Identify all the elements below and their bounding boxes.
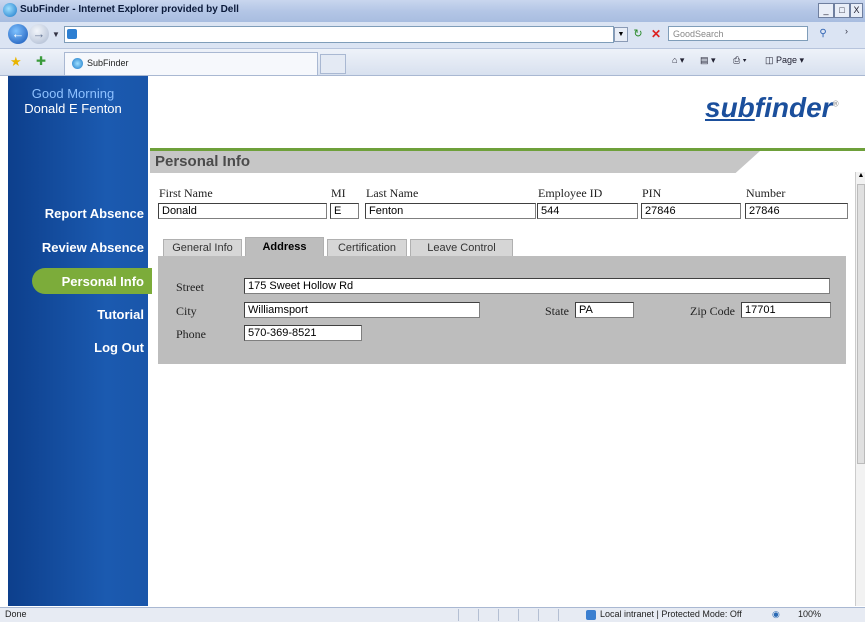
forward-button[interactable]: → [29,24,49,44]
greeting-text: Good Morning [31,86,115,101]
street-label: Street [176,280,204,294]
street-field[interactable]: 175 Sweet Hollow Rd [244,278,830,294]
nav-log-out[interactable]: Log Out [94,340,144,355]
header-divider [150,148,865,151]
address-bar: ← → ▼ ▼ ↻ ✕ GoodSearch ⚲ › [0,22,865,49]
first-name-field[interactable]: Donald [158,203,327,219]
city-field[interactable]: Williamsport [244,302,480,318]
url-input[interactable] [64,26,614,43]
number-label: Number [746,186,786,200]
browser-tab[interactable]: SubFinder [64,52,318,75]
nav-personal-info[interactable]: Personal Info [62,274,144,289]
history-dropdown-icon[interactable]: ▼ [52,30,60,39]
status-text: Done [5,609,27,619]
nav-report-absence[interactable]: Report Absence [45,206,144,221]
tab-general-info[interactable]: General Info [163,239,242,257]
url-dropdown-icon[interactable]: ▼ [614,27,628,42]
stop-icon[interactable]: ✕ [648,26,664,42]
zip-code-label: Zip Code [690,304,735,318]
logo-part-finder: finder [754,92,833,123]
status-divider [458,609,459,621]
logo-registered: ® [832,99,839,109]
add-favorite-icon[interactable]: ✚ [36,54,46,68]
scrollbar-thumb[interactable] [857,184,865,464]
nav-review-absence[interactable]: Review Absence [42,240,144,255]
window-title: SubFinder - Internet Explorer provided b… [20,4,239,15]
tab-address[interactable]: Address [245,237,324,257]
maximize-button[interactable]: □ [834,3,850,18]
tab-leave-control[interactable]: Leave Control [410,239,513,257]
last-name-field[interactable]: Fenton [365,203,536,219]
search-icon[interactable]: ⚲ [815,26,831,42]
window-titlebar: SubFinder - Internet Explorer provided b… [0,0,865,23]
employee-id-label: Employee ID [538,186,603,200]
subfinder-logo: subfinder® [705,92,838,124]
status-bar: Done Local intranet | Protected Mode: Of… [0,607,865,622]
city-label: City [176,304,197,318]
first-name-label: First Name [159,186,213,200]
sidebar: Good Morning Donald E Fenton Report Abse… [8,76,152,606]
scroll-up-icon[interactable]: ▲ [856,172,865,184]
status-divider [518,609,519,621]
favorites-star-icon[interactable]: ★ [10,54,22,70]
status-divider [538,609,539,621]
favorites-bar: ★ ✚ SubFinder ⌂ ▾ ▤ ▾ ⎙ ▾ ◫ Page ▾ [0,49,865,76]
home-icon[interactable]: ⌂ ▾ [672,55,684,66]
state-label: State [545,304,569,318]
tab-ie-icon [72,58,83,69]
nav-tutorial[interactable]: Tutorial [97,307,144,322]
protected-mode-icon[interactable]: ◉ [772,609,780,620]
ie-logo-icon [3,3,17,17]
phone-label: Phone [176,327,206,341]
intranet-zone-icon [586,610,596,620]
pin-label: PIN [642,186,662,200]
page-menu-label: Page [776,55,798,65]
close-button[interactable]: X [850,3,863,18]
search-input[interactable]: GoodSearch [668,26,808,41]
feeds-icon[interactable]: ▤ ▾ [700,55,716,66]
section-header: Personal Info [150,151,760,173]
print-icon[interactable]: ⎙ ▾ [733,55,746,66]
mi-label: MI [331,186,346,200]
mi-field[interactable]: E [330,203,359,219]
zoom-level[interactable]: 100% [798,609,821,619]
more-icon[interactable]: › [845,26,855,42]
new-tab-button[interactable] [320,54,346,74]
browser-tab-label: SubFinder [87,58,129,68]
zip-code-field[interactable]: 17701 [741,302,831,318]
page-icon [67,29,77,39]
phone-field[interactable]: 570-369-8521 [244,325,362,341]
minimize-button[interactable]: _ [818,3,834,18]
page-menu[interactable]: ◫ Page ▾ [765,55,804,66]
employee-id-field[interactable]: 544 [537,203,638,219]
page-title: Personal Info [155,153,251,170]
state-field[interactable]: PA [575,302,634,318]
status-divider [498,609,499,621]
back-button[interactable]: ← [8,24,28,44]
pin-field[interactable]: 27846 [641,203,741,219]
status-divider [478,609,479,621]
last-name-label: Last Name [366,186,419,200]
number-field[interactable]: 27846 [745,203,848,219]
vertical-scrollbar[interactable]: ▲ [855,172,865,606]
logo-part-sub: sub [705,92,755,123]
refresh-icon[interactable]: ↻ [630,26,646,42]
tab-certification[interactable]: Certification [327,239,407,257]
security-zone-text: Local intranet | Protected Mode: Off [600,609,742,619]
user-name: Donald E Fenton [24,101,122,116]
status-divider [558,609,559,621]
